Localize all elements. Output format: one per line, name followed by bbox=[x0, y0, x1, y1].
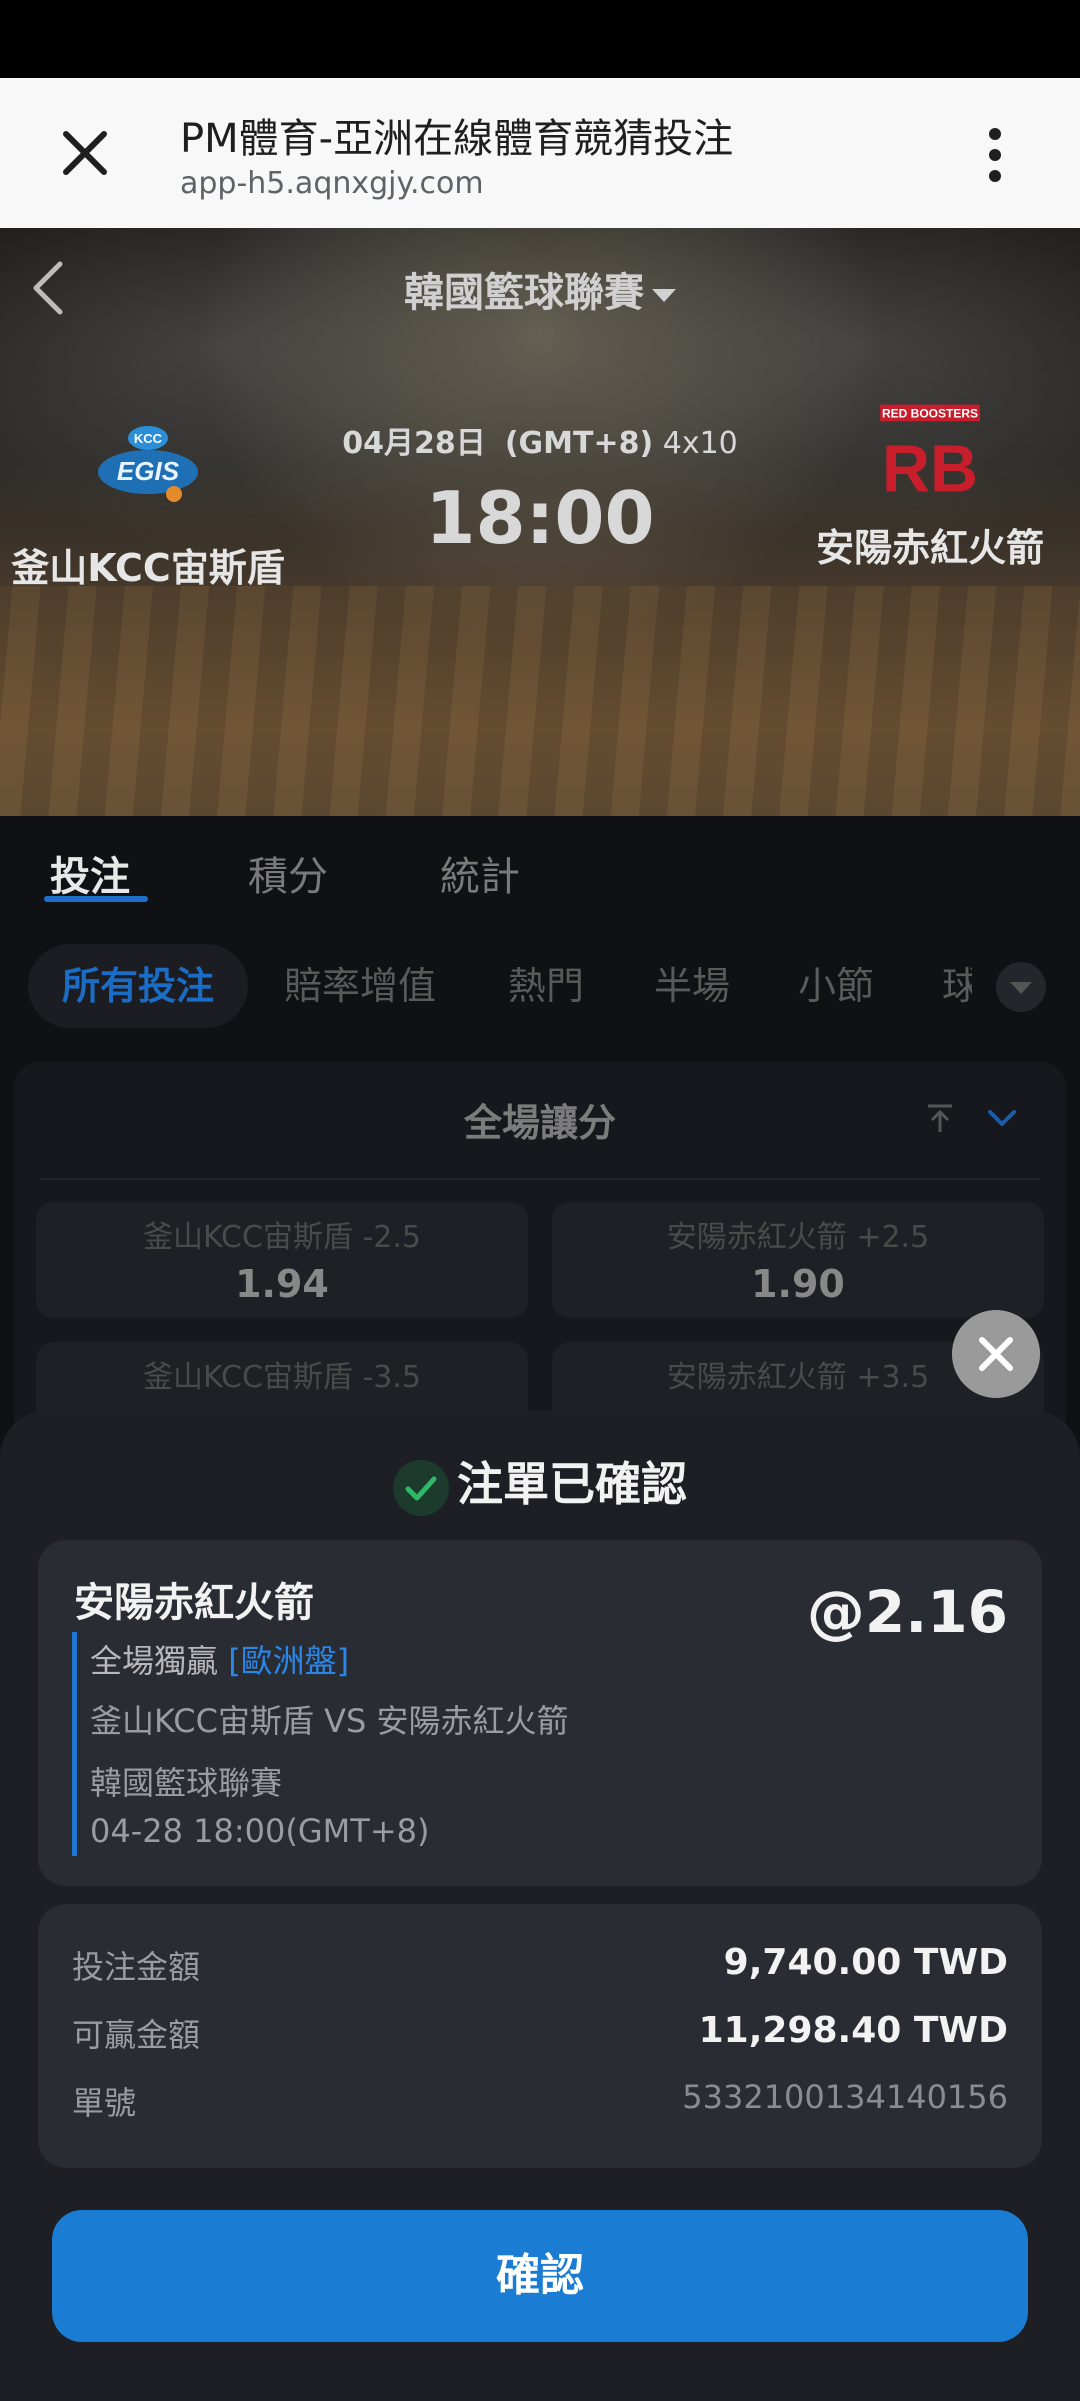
bet-accent-bar bbox=[72, 1632, 77, 1856]
match-format: 4x10 bbox=[662, 426, 738, 461]
tab-bets[interactable]: 投注 bbox=[50, 844, 130, 902]
ticket-label: 單號 bbox=[72, 2084, 137, 2122]
close-sheet-icon[interactable] bbox=[952, 1310, 1040, 1398]
odds-label: 釜山KCC宙斯盾 -3.5 bbox=[143, 1360, 421, 1395]
check-circle-icon bbox=[393, 1459, 449, 1516]
payout-label: 可贏金額 bbox=[72, 2016, 201, 2054]
league-name: 韓國籃球聯賽 bbox=[404, 270, 644, 316]
filter-odds-boost[interactable]: 賠率增值 bbox=[284, 944, 436, 1028]
bet-kickoff: 04-28 18:00(GMT+8) bbox=[90, 1812, 430, 1850]
market-divider bbox=[40, 1178, 1040, 1180]
bet-confirmation-sheet: 注單已確認 安陽赤紅火箭 @2.16 全場獨贏 [歐洲盤] 釜山KCC宙斯盾 V… bbox=[0, 1410, 1080, 2401]
stake-value: 9,740.00 TWD bbox=[723, 1942, 1008, 1983]
payout-row: 可贏金額 11,298.40 TWD bbox=[72, 2010, 1008, 2060]
stake-row: 投注金額 9,740.00 TWD bbox=[72, 1942, 1008, 1992]
odds-button[interactable]: 安陽赤紅火箭 +2.5 1.90 bbox=[552, 1202, 1044, 1318]
match-header: 韓國籃球聯賽 04月28日 (GMT+8) 4x10 18:00 KCC EGI… bbox=[0, 228, 1080, 816]
home-team-logo: KCC EGIS bbox=[98, 426, 198, 502]
bet-fixture: 釜山KCC宙斯盾 VS 安陽赤紅火箭 bbox=[90, 1702, 569, 1740]
market-panel: 全場讓分 釜山KCC宙斯盾 -2.5 1.94 安陽赤紅火箭 +2.5 1.90… bbox=[14, 1062, 1066, 1462]
tab-standings[interactable]: 積分 bbox=[248, 844, 328, 902]
caret-down-icon bbox=[652, 288, 676, 302]
filter-more-partial[interactable]: 球 bbox=[942, 944, 972, 1028]
browser-toolbar: PM體育-亞洲在線體育競猜投注 app-h5.aqnxgjy.com bbox=[0, 78, 1080, 228]
svg-text:EGIS: EGIS bbox=[117, 456, 180, 486]
confirmation-status-text: 注單已確認 bbox=[457, 1457, 687, 1511]
odds-value: 1.90 bbox=[751, 1262, 845, 1306]
bet-filter-bar: 所有投注 賠率增值 熱門 半場 小節 球 bbox=[0, 944, 1080, 1028]
status-bar bbox=[0, 0, 1080, 78]
filter-popular[interactable]: 熱門 bbox=[508, 944, 584, 1028]
collapse-chevron-icon[interactable] bbox=[984, 1100, 1020, 1136]
filter-expand-icon[interactable] bbox=[996, 962, 1046, 1012]
svg-text:RED BOOSTERS: RED BOOSTERS bbox=[882, 407, 978, 421]
home-team-name: 釜山KCC宙斯盾 bbox=[11, 546, 285, 590]
bet-market-tag: [歐洲盤] bbox=[228, 1642, 350, 1680]
bet-league: 韓國籃球聯賽 bbox=[90, 1764, 283, 1802]
match-tabs: 投注 積分 統計 bbox=[0, 816, 1080, 926]
pin-top-icon[interactable] bbox=[922, 1100, 958, 1136]
court-floor bbox=[0, 586, 1080, 816]
bet-details-card: 安陽赤紅火箭 @2.16 全場獨贏 [歐洲盤] 釜山KCC宙斯盾 VS 安陽赤紅… bbox=[38, 1540, 1042, 1886]
browser-url: app-h5.aqnxgjy.com bbox=[180, 166, 484, 201]
match-date-day: 04月28日 bbox=[342, 426, 486, 461]
filter-half[interactable]: 半場 bbox=[654, 944, 730, 1028]
ticket-number: 5332100134140156 bbox=[682, 2078, 1008, 2116]
odds-value: 1.94 bbox=[235, 1262, 329, 1306]
away-team-name: 安陽赤紅火箭 bbox=[815, 526, 1044, 570]
match-timezone: (GMT+8) bbox=[504, 426, 654, 461]
market-title: 全場讓分 bbox=[463, 1101, 616, 1145]
tab-stats[interactable]: 統計 bbox=[440, 844, 520, 902]
away-team: RED BOOSTERS RB 安陽赤紅火箭 bbox=[790, 388, 1070, 576]
odds-label: 安陽赤紅火箭 +2.5 bbox=[666, 1220, 930, 1255]
close-icon[interactable] bbox=[52, 120, 118, 186]
bet-market: 全場獨贏 [歐洲盤] bbox=[90, 1636, 349, 1682]
bet-market-name: 全場獨贏 bbox=[90, 1642, 219, 1680]
confirm-button[interactable]: 確認 bbox=[52, 2210, 1028, 2342]
ticket-row: 單號 5332100134140156 bbox=[72, 2078, 1008, 2128]
bet-selection: 安陽赤紅火箭 bbox=[74, 1580, 314, 1626]
payout-value: 11,298.40 TWD bbox=[698, 2010, 1008, 2051]
odds-button[interactable]: 釜山KCC宙斯盾 -2.5 1.94 bbox=[36, 1202, 528, 1318]
stake-label: 投注金額 bbox=[72, 1948, 201, 1986]
more-options-icon[interactable] bbox=[975, 122, 1015, 188]
away-team-logo: RED BOOSTERS RB bbox=[880, 404, 980, 506]
bet-price: @2.16 bbox=[806, 1578, 1008, 1646]
filter-quarter[interactable]: 小節 bbox=[798, 944, 874, 1028]
filter-all-bets[interactable]: 所有投注 bbox=[28, 944, 249, 1028]
svg-text:KCC: KCC bbox=[134, 431, 163, 446]
browser-page-title: PM體育-亞洲在線體育競猜投注 bbox=[180, 116, 734, 162]
odds-label: 釜山KCC宙斯盾 -2.5 bbox=[143, 1220, 421, 1255]
tab-active-indicator bbox=[44, 896, 148, 902]
svg-text:RB: RB bbox=[882, 432, 978, 506]
bet-amounts-card: 投注金額 9,740.00 TWD 可贏金額 11,298.40 TWD 單號 … bbox=[38, 1904, 1042, 2168]
home-team: KCC EGIS 釜山KCC宙斯盾 bbox=[8, 408, 288, 596]
confirmation-status: 注單已確認 bbox=[0, 1448, 1080, 1516]
league-selector[interactable]: 韓國籃球聯賽 bbox=[0, 260, 1080, 318]
